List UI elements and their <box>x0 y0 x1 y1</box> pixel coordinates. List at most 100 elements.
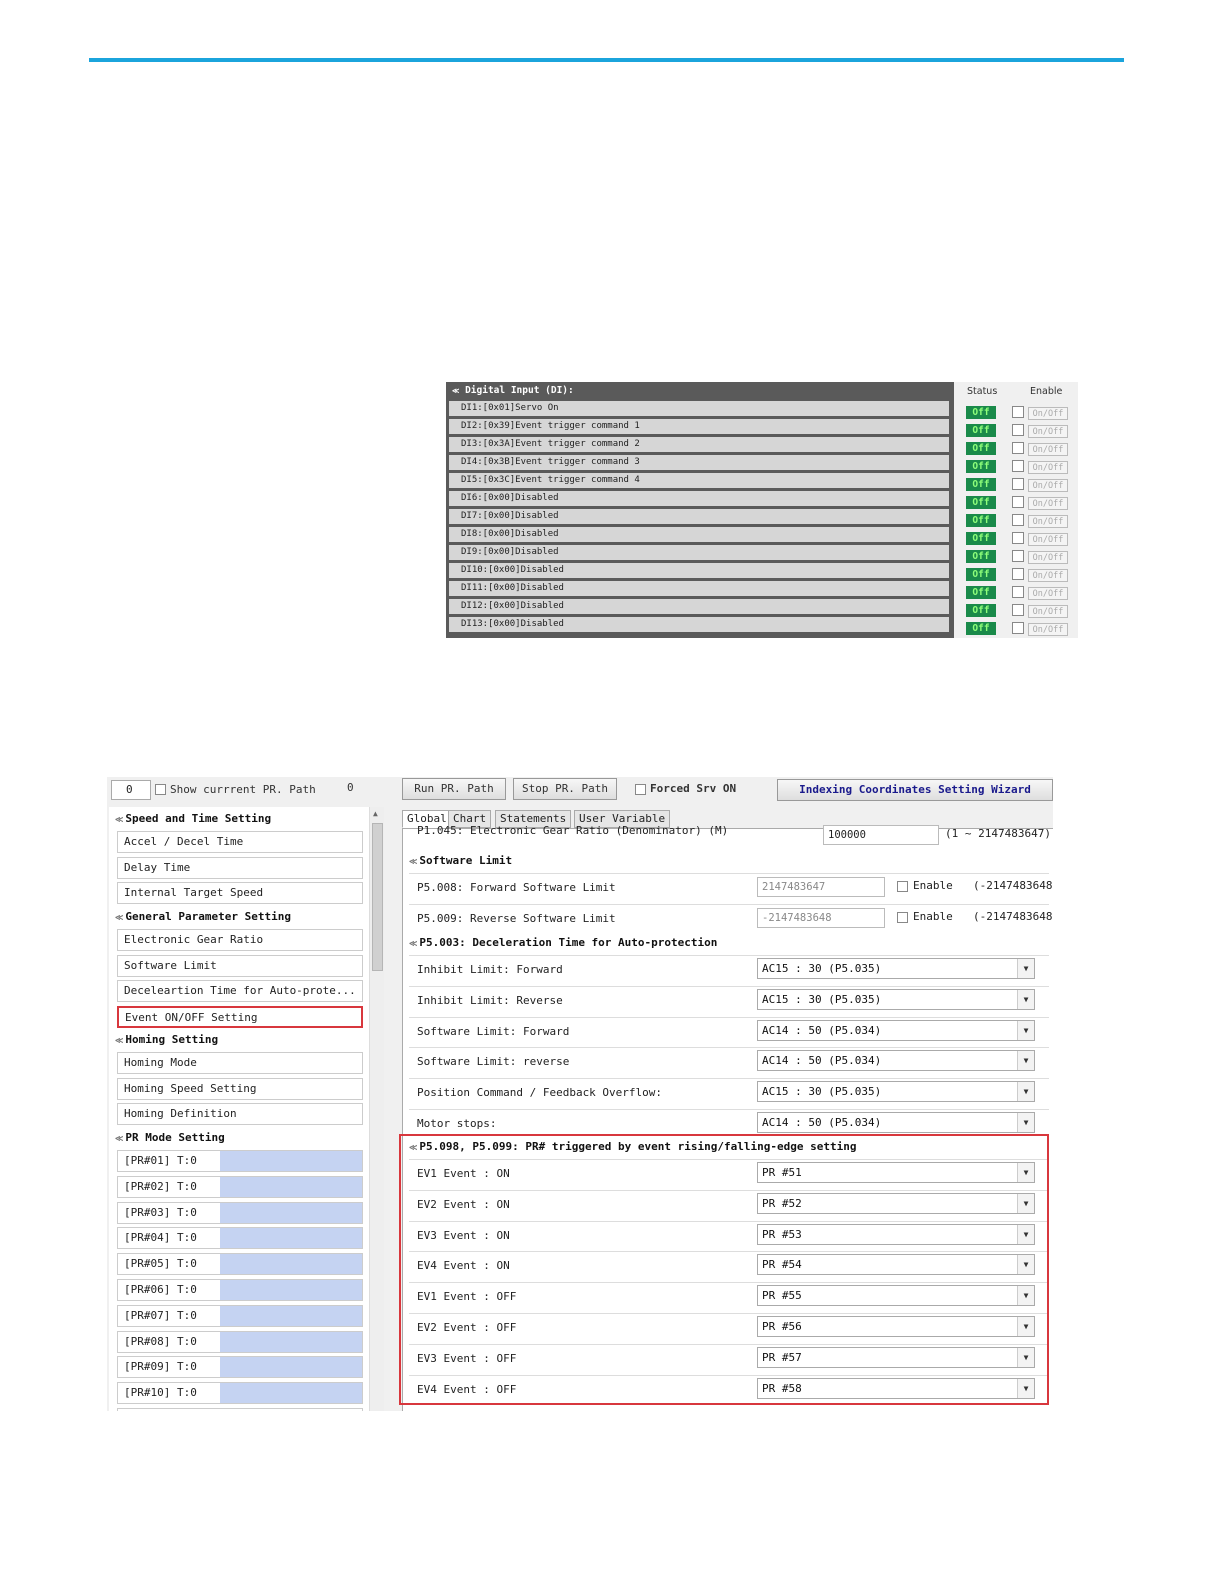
forced-srv-checkbox[interactable] <box>635 784 646 795</box>
setting-dropdown[interactable]: AC15 : 30 (P5.035) ▼ <box>757 988 1035 1010</box>
chevron-down-icon[interactable]: ▼ <box>1017 989 1034 1009</box>
section-software-limit[interactable]: ≪ Software Limit <box>409 851 1049 871</box>
software-limit-input[interactable]: -2147483648 <box>757 908 885 928</box>
enable-checkbox[interactable] <box>897 912 908 923</box>
tree-item[interactable]: Event ON/OFF Setting <box>117 1006 363 1029</box>
gear-ratio-input[interactable]: 100000 <box>823 825 939 845</box>
on-off-button[interactable]: On/Off <box>1028 461 1068 474</box>
chevron-down-icon[interactable]: ▼ <box>1017 1051 1034 1071</box>
section-event-pr-trigger[interactable]: ≪ P5.098, P5.099: PR# triggered by event … <box>409 1137 1049 1157</box>
pr-item[interactable]: [PR#10] T:0 <box>117 1382 363 1405</box>
enable-checkbox[interactable] <box>1012 442 1024 454</box>
on-off-button[interactable]: On/Off <box>1028 425 1068 438</box>
scroll-up-icon[interactable]: ▲ <box>373 809 378 818</box>
pr-item[interactable]: [PR#08] T:0 <box>117 1330 363 1353</box>
scroll-thumb[interactable] <box>372 823 383 971</box>
enable-checkbox[interactable] <box>1012 478 1024 490</box>
setting-dropdown[interactable]: AC14 : 50 (P5.034) ▼ <box>757 1050 1035 1072</box>
enable-checkbox[interactable] <box>1012 568 1024 580</box>
tree-item[interactable]: Accel / Decel Time <box>117 831 363 853</box>
pr-item[interactable]: [PR#06] T:0 <box>117 1279 363 1301</box>
pr-item[interactable]: [PR#09] T:0 <box>117 1356 363 1379</box>
chevron-down-icon[interactable]: ▼ <box>1017 1255 1034 1275</box>
setting-dropdown[interactable]: PR #57 ▼ <box>757 1346 1035 1368</box>
setting-dropdown[interactable]: PR #52 ▼ <box>757 1192 1035 1214</box>
chevron-down-icon[interactable]: ▼ <box>1017 1020 1034 1040</box>
pr-item[interactable] <box>117 1408 363 1411</box>
pr-item[interactable]: [PR#03] T:0 <box>117 1201 363 1224</box>
setting-dropdown[interactable]: AC15 : 30 (P5.035) ▼ <box>757 958 1035 979</box>
setting-dropdown[interactable]: PR #56 ▼ <box>757 1316 1035 1337</box>
chevron-down-icon: ≪ <box>452 387 460 395</box>
setting-dropdown[interactable]: PR #58 ▼ <box>757 1377 1035 1399</box>
section-speed-time[interactable]: ≪ Speed and Time Setting <box>115 809 365 829</box>
run-pr-path-button[interactable]: Run PR. Path <box>402 778 506 800</box>
tree-item[interactable]: Homing Definition <box>117 1103 363 1126</box>
tree-scrollbar[interactable]: ▲ <box>369 807 384 1411</box>
pr-item[interactable]: [PR#01] T:0 <box>117 1150 363 1172</box>
on-off-button[interactable]: On/Off <box>1028 551 1068 564</box>
on-off-button[interactable]: On/Off <box>1028 605 1068 618</box>
chevron-down-icon[interactable]: ▼ <box>1017 1347 1034 1367</box>
stop-pr-path-button[interactable]: Stop PR. Path <box>513 778 617 800</box>
chevron-down-icon[interactable]: ▼ <box>1017 1082 1034 1102</box>
tree-item[interactable]: Software Limit <box>117 954 363 977</box>
on-off-button[interactable]: On/Off <box>1028 587 1068 600</box>
chevron-down-icon[interactable]: ▼ <box>1017 959 1034 978</box>
enable-checkbox[interactable] <box>1012 514 1024 526</box>
chevron-down-icon[interactable]: ▼ <box>1017 1317 1034 1336</box>
pr-item[interactable]: [PR#04] T:0 <box>117 1227 363 1250</box>
pr-item[interactable]: [PR#07] T:0 <box>117 1304 363 1327</box>
section-pr-mode[interactable]: ≪ PR Mode Setting <box>115 1128 365 1148</box>
enable-checkbox[interactable] <box>1012 460 1024 472</box>
chevron-down-icon[interactable]: ▼ <box>1017 1378 1034 1398</box>
row-label: EV1 Event : OFF <box>417 1290 517 1304</box>
section-homing[interactable]: ≪ Homing Setting <box>115 1030 365 1050</box>
chevron-down-icon[interactable]: ▼ <box>1017 1113 1034 1132</box>
row-label: Motor stops: <box>417 1117 497 1130</box>
setting-dropdown[interactable]: PR #51 ▼ <box>757 1162 1035 1183</box>
pr-item[interactable]: [PR#05] T:0 <box>117 1253 363 1276</box>
section-deceleration-time[interactable]: ≪ P5.003: Deceleration Time for Auto-prot… <box>409 933 1049 953</box>
setting-dropdown[interactable]: PR #53 ▼ <box>757 1223 1035 1245</box>
tree-item[interactable]: Delay Time <box>117 856 363 879</box>
enable-checkbox[interactable] <box>1012 604 1024 616</box>
enable-checkbox[interactable] <box>1012 532 1024 544</box>
section-general-parameter[interactable]: ≪ General Parameter Setting <box>115 907 365 927</box>
on-off-button[interactable]: On/Off <box>1028 569 1068 582</box>
on-off-button[interactable]: On/Off <box>1028 623 1068 636</box>
show-path-checkbox[interactable] <box>155 784 166 795</box>
enable-checkbox[interactable] <box>1012 622 1024 634</box>
pr-number-field[interactable]: 0 <box>111 780 151 800</box>
setting-dropdown[interactable]: PR #55 ▼ <box>757 1285 1035 1307</box>
setting-dropdown[interactable]: AC14 : 50 (P5.034) ▼ <box>757 1019 1035 1041</box>
chevron-down-icon[interactable]: ▼ <box>1017 1193 1034 1213</box>
enable-checkbox[interactable] <box>897 881 908 892</box>
setting-dropdown[interactable]: AC14 : 50 (P5.034) ▼ <box>757 1112 1035 1133</box>
setting-dropdown[interactable]: PR #54 ▼ <box>757 1254 1035 1276</box>
tree-item[interactable]: Homing Speed Setting <box>117 1077 363 1100</box>
indexing-wizard-button[interactable]: Indexing Coordinates Setting Wizard <box>777 779 1053 801</box>
tree-item[interactable]: Internal Target Speed <box>117 882 363 905</box>
on-off-button[interactable]: On/Off <box>1028 479 1068 492</box>
enable-checkbox[interactable] <box>1012 424 1024 436</box>
pr-item[interactable]: [PR#02] T:0 <box>117 1175 363 1198</box>
chevron-down-icon[interactable]: ▼ <box>1017 1224 1034 1244</box>
software-limit-input[interactable]: 2147483647 <box>757 877 885 897</box>
chevron-down-icon[interactable]: ▼ <box>1017 1286 1034 1306</box>
tree-item[interactable]: Homing Mode <box>117 1052 363 1074</box>
on-off-button[interactable]: On/Off <box>1028 407 1068 420</box>
on-off-button[interactable]: On/Off <box>1028 533 1068 546</box>
enable-checkbox[interactable] <box>1012 406 1024 418</box>
on-off-button[interactable]: On/Off <box>1028 443 1068 456</box>
chevron-down-icon[interactable]: ▼ <box>1017 1163 1034 1182</box>
on-off-button[interactable]: On/Off <box>1028 497 1068 510</box>
enable-checkbox[interactable] <box>1012 550 1024 562</box>
enable-checkbox[interactable] <box>1012 496 1024 508</box>
setting-dropdown[interactable]: AC15 : 30 (P5.035) ▼ <box>757 1081 1035 1103</box>
tree-item[interactable]: Deceleartion Time for Auto-prote... <box>117 980 363 1003</box>
on-off-button[interactable]: On/Off <box>1028 515 1068 528</box>
pr-item-fill <box>220 1202 362 1223</box>
tree-item[interactable]: Electronic Gear Ratio <box>117 929 363 951</box>
enable-checkbox[interactable] <box>1012 586 1024 598</box>
